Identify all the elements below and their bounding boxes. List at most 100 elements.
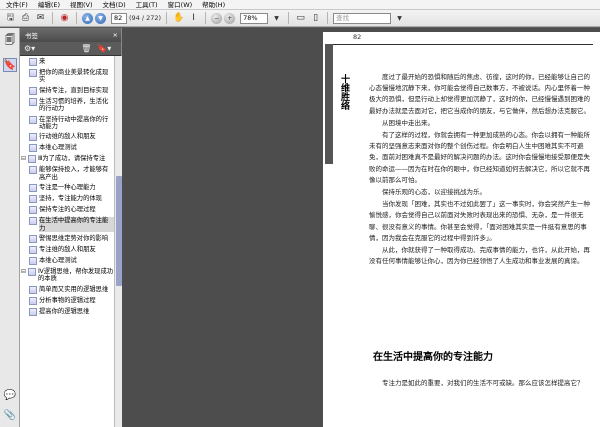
chapter-title: 十维胜络	[339, 74, 349, 110]
bookmark-item[interactable]: 保持专注的心理过程	[20, 204, 114, 215]
bookmark-item[interactable]: 坚持，专注能力的体现	[20, 193, 114, 204]
bookmarks-icon[interactable]: 🔖	[3, 58, 17, 72]
bookmark-item[interactable]: ⊟ Ⅳ逻辑思维，帮你发现成功的本质	[20, 266, 114, 284]
toolbar-separator	[205, 12, 207, 24]
bookmark-item[interactable]: 在生活中提高你的专注能力	[20, 215, 114, 233]
print-icon[interactable]: ⎙	[19, 12, 32, 25]
zoom-in-button[interactable]: +	[224, 12, 236, 24]
bookmark-label: 行动维的敌人和朋友	[39, 133, 96, 141]
bookmark-label: 分析事物的逻辑过程	[39, 296, 96, 304]
toolbar-separator	[288, 12, 290, 24]
search-input[interactable]: 查找	[333, 12, 392, 24]
bookmark-label: 专注是一种心理能力	[39, 184, 96, 192]
paragraph: 专注力是如此的重要，对我们的生活不可或缺。那么应该怎样提高它？	[382, 379, 584, 387]
bookmark-icon	[29, 166, 37, 175]
bookmark-icon	[29, 257, 37, 266]
header-rule	[333, 44, 593, 45]
bookmark-item[interactable]: 警惕思维定势对你的影响	[20, 233, 114, 244]
menu-edit[interactable]: 编辑(E)	[34, 0, 66, 10]
bookmark-icon	[29, 69, 37, 77]
bookmark-item[interactable]: 把你的商业美景转化成现实	[20, 67, 114, 85]
hand-tool-icon[interactable]: ✋	[172, 12, 185, 25]
menu-tools[interactable]: 工具(T)	[132, 0, 164, 10]
bookmark-label: Ⅳ逻辑思维，帮你发现成功的本质	[38, 268, 114, 283]
bookmark-label: 坚持，专注能力的体现	[39, 195, 102, 203]
bookmark-icon	[29, 133, 37, 142]
bookmark-list: 来把你的商业美景转化成现实 保持专注，直到目标实现 生活习惯的培养，生活化的行动力在…	[20, 56, 114, 427]
bookmark-item[interactable]: 保持专注，直到目标实现	[20, 85, 114, 96]
menu-view[interactable]: 视图(V)	[66, 0, 99, 10]
bookmark-label: 保持专注，直到目标实现	[39, 86, 109, 94]
bookmark-label: 来	[39, 58, 46, 65]
fit-width-icon[interactable]: ▯	[309, 12, 322, 25]
paragraph: 当你发现「困难，其实也不过如此罢了」这一事实时，你会突然产生一种愉悦感，你会觉得…	[369, 200, 590, 242]
bookmark-item[interactable]: 专注维的敌人和朋友	[20, 244, 114, 255]
bookmark-icon	[29, 86, 37, 95]
bookmark-item[interactable]: 在坚持行动中提高你的行动能力	[20, 114, 114, 132]
toolbar-separator	[76, 12, 77, 24]
bookmark-item[interactable]: 行动维的敌人和朋友	[20, 131, 114, 142]
bookmark-label: 把你的商业美景转化成现实	[39, 69, 109, 84]
panel-header: 书签 ×	[20, 28, 121, 42]
fit-page-icon[interactable]: ▭	[294, 12, 307, 25]
bookmark-scrollbar[interactable]	[114, 56, 122, 427]
prev-page-button[interactable]: ▲	[82, 12, 93, 24]
pages-icon[interactable]: 🗐	[3, 34, 17, 48]
bookmark-item[interactable]: 本维心理测试	[20, 255, 114, 266]
save-icon[interactable]: 🖫	[4, 12, 17, 25]
select-tool-icon[interactable]: I	[187, 12, 200, 25]
bookmark-icon	[29, 235, 37, 244]
delete-icon[interactable]: 🗑	[81, 44, 91, 53]
bookmark-label: 在生活中提高你的专注能力	[39, 217, 114, 233]
options-icon[interactable]: ⚙▾	[24, 44, 35, 53]
new-bookmark-icon[interactable]: 🔖▾	[97, 44, 111, 53]
bookmark-item[interactable]: 专注是一种心理能力	[20, 182, 114, 193]
bookmark-item[interactable]: 提高你的逻辑思维	[20, 306, 114, 317]
collapse-icon[interactable]: ⊟	[21, 268, 28, 275]
bookmark-label: 简单而又实用的逻辑思维	[39, 285, 109, 293]
panel-close-button[interactable]: ×	[113, 31, 118, 39]
bookmark-item[interactable]: 来	[20, 56, 114, 67]
bookmark-item[interactable]: 简单而又实用的逻辑思维	[20, 284, 114, 295]
bookmark-icon	[29, 58, 37, 66]
bookmark-label: 提高你的逻辑思维	[39, 307, 90, 315]
bookmark-label: 本维心理测试	[39, 144, 77, 152]
bookmark-item[interactable]: 生活习惯的培养，生活化的行动力	[20, 96, 114, 114]
toolbar: 🖫 ⎙ ✉ ◉ ▲ ▼ 82 (94 / 272) ✋ I − + 78% ▼ …	[0, 10, 600, 27]
menu-document[interactable]: 文档(D)	[99, 0, 132, 10]
attachments-icon[interactable]: 📎	[3, 408, 17, 422]
comments-icon[interactable]: 💬	[3, 388, 17, 402]
collapse-icon[interactable]: ⊟	[21, 155, 28, 162]
bookmark-icon	[28, 268, 36, 277]
bookmark-label: 专注维的敌人和朋友	[39, 246, 96, 254]
document-page: 82 十维胜络 度过了最开始的恐惧和随后的焦虑、彷徨，这时的你，已经能够让自己的…	[323, 32, 600, 427]
paragraph: 度过了最开始的恐惧和随后的焦虑、彷徨，这时的你，已经能够让自己的心态慢慢地沉静下…	[369, 73, 590, 115]
bookmark-label: 能够保持投入，才能够有高产出	[39, 166, 109, 181]
zoom-out-button[interactable]: −	[211, 12, 223, 24]
next-page-button[interactable]: ▼	[95, 12, 106, 24]
email-icon[interactable]: ✉	[34, 12, 47, 25]
search-dropdown-icon[interactable]: ▼	[393, 12, 406, 25]
bookmark-label: 在坚持行动中提高你的行动能力	[39, 115, 109, 131]
bookmark-icon	[29, 246, 37, 255]
zoom-dropdown-icon[interactable]: ▼	[270, 12, 283, 25]
bookmarks-panel: 书签 × ⚙▾ 🗑 🔖▾ 来把你的商业美景转化成现实保持专注，直到目标实现生活习…	[20, 28, 122, 427]
toolbar-separator	[166, 12, 168, 24]
document-viewer[interactable]: 82 十维胜络 度过了最开始的恐惧和随后的焦虑、彷徨，这时的你，已经能够让自己的…	[122, 28, 600, 427]
bookmark-item[interactable]: 能够保持投入，才能够有高产出	[20, 164, 114, 182]
page-count-label: (94 / 272)	[129, 14, 162, 22]
acrobat-icon[interactable]: ◉	[58, 12, 71, 25]
bookmark-item[interactable]: ⊟ Ⅲ为了成功，请保持专注	[20, 153, 114, 164]
menu-window[interactable]: 窗口(W)	[164, 0, 199, 10]
section-heading: 在生活中提高你的专注能力	[373, 352, 493, 363]
bookmark-icon	[29, 285, 37, 294]
menu-file[interactable]: 文件(F)	[2, 0, 34, 10]
bookmark-label: 保持专注的心理过程	[39, 206, 96, 214]
bookmark-item[interactable]: 分析事物的逻辑过程	[20, 295, 114, 306]
menu-help[interactable]: 帮助(H)	[198, 0, 231, 10]
zoom-input[interactable]: 78%	[240, 12, 269, 24]
toolbar-separator	[327, 12, 329, 24]
panel-title: 书签	[25, 32, 38, 40]
page-number-input[interactable]: 82	[111, 12, 127, 24]
bookmark-item[interactable]: 本维心理测试	[20, 142, 114, 153]
